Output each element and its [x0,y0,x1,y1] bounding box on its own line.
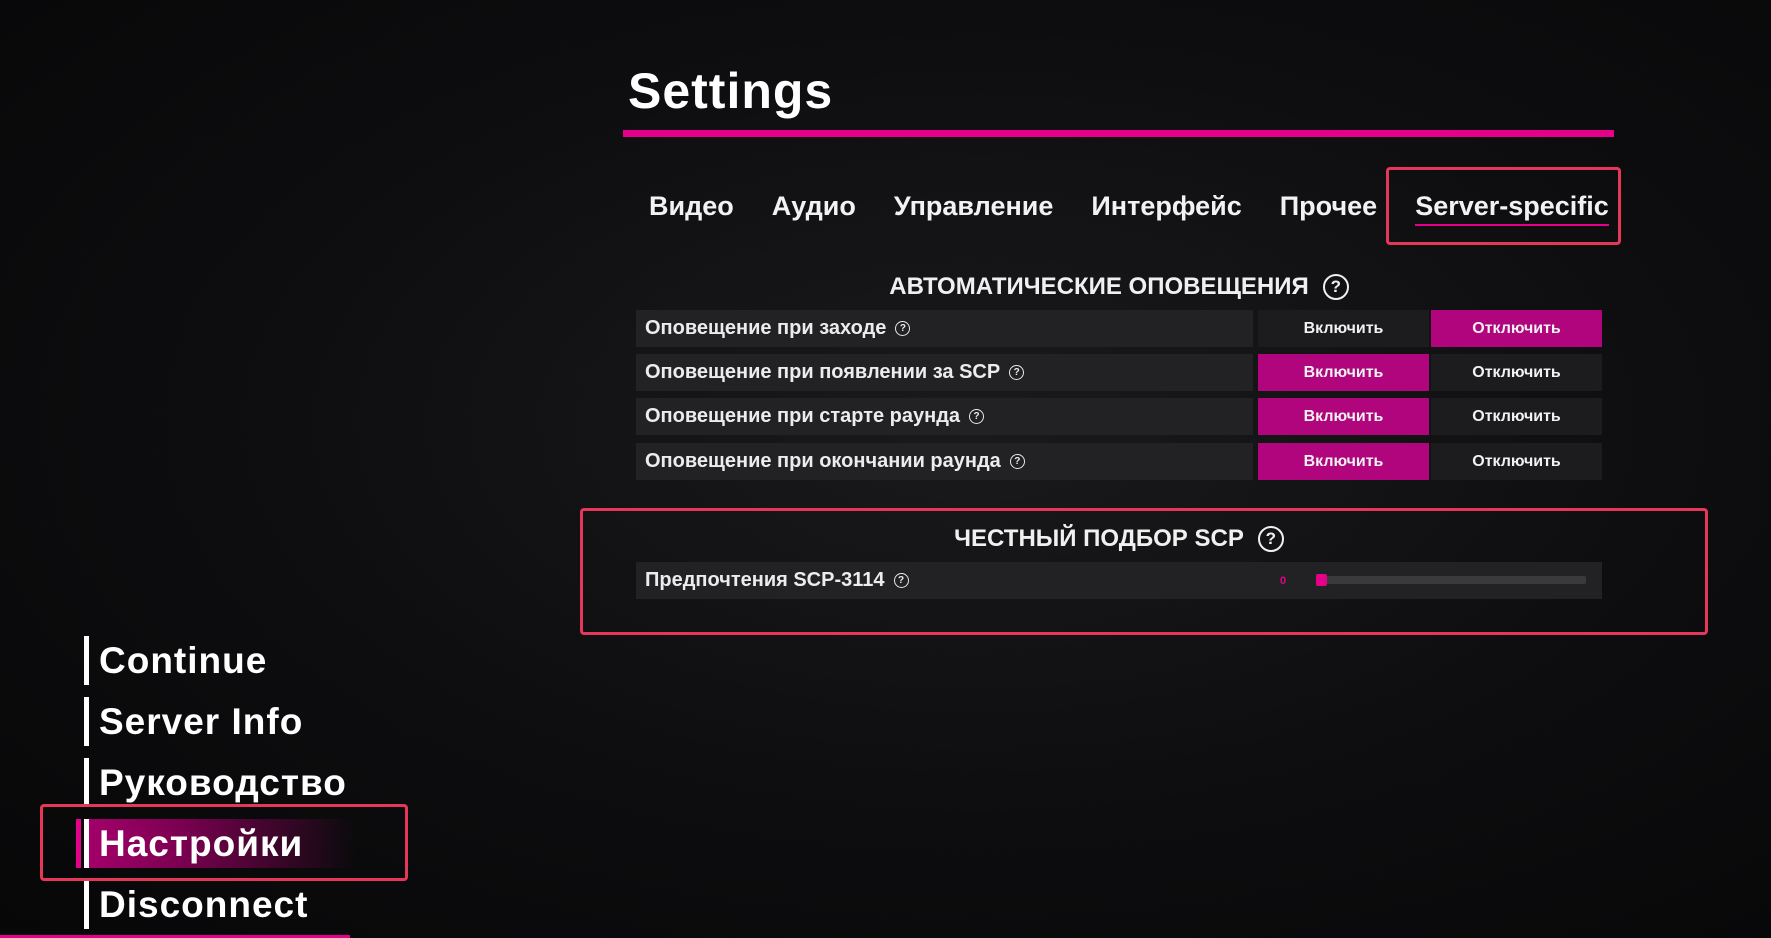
disable-button[interactable]: Отключить [1431,310,1602,347]
section-title-text: ЧЕСТНЫЙ ПОДБОР SCP [954,525,1244,552]
tab-interface[interactable]: Интерфейс [1072,170,1260,242]
disable-button[interactable]: Отключить [1431,398,1602,435]
help-circle-icon[interactable]: ? [969,409,985,424]
slider-handle[interactable] [1316,574,1327,586]
setting-label-text: Оповещение при старте раунда [645,405,961,427]
help-circle-icon[interactable]: ? [895,321,911,336]
settings-tabs: Видео Аудио Управление Интерфейс Прочее … [630,170,1628,242]
setting-label: Предпочтения SCP-3114 ? [645,569,1275,592]
disable-button[interactable]: Отключить [1431,443,1602,480]
disable-button[interactable]: Отключить [1431,354,1602,391]
setting-label: Оповещение при старте раунда ? [636,398,1253,435]
tab-controls[interactable]: Управление [875,170,1073,242]
preference-slider[interactable] [1316,574,1586,586]
menu-item-disconnect[interactable]: Disconnect [84,880,354,929]
pause-menu: Continue Server Info Руководство Настрой… [76,636,354,938]
section-title-text: АВТОМАТИЧЕСКИЕ ОПОВЕЩЕНИЯ [889,273,1309,300]
setting-row-round-end-notification: Оповещение при окончании раунда ? Включи… [636,443,1602,480]
menu-item-guide[interactable]: Руководство [84,758,354,807]
help-circle-icon[interactable]: ? [1009,454,1025,469]
help-circle-icon[interactable]: ? [893,573,909,588]
title-underline [623,130,1614,137]
help-circle-icon[interactable]: ? [1009,365,1025,380]
section-title-auto-notifications: АВТОМАТИЧЕСКИЕ ОПОВЕЩЕНИЯ ? [636,273,1602,301]
setting-label: Оповещение при появлении за SCP ? [636,354,1253,391]
page-title: Settings [628,63,834,119]
setting-label-text: Оповещение при окончании раунда [645,450,1001,472]
setting-label-text: Предпочтения SCP-3114 [645,569,885,591]
tab-other[interactable]: Прочее [1261,170,1396,242]
help-circle-icon[interactable]: ? [1322,274,1349,300]
setting-row-join-notification: Оповещение при заходе ? Включить Отключи… [636,310,1602,347]
setting-label: Оповещение при заходе ? [636,310,1253,347]
section-title-fair-scp: ЧЕСТНЫЙ ПОДБОР SCP ? [636,525,1602,553]
menu-item-settings[interactable]: Настройки [76,819,354,868]
setting-row-scp-spawn-notification: Оповещение при появлении за SCP ? Включи… [636,354,1602,391]
setting-row-round-start-notification: Оповещение при старте раунда ? Включить … [636,398,1602,435]
enable-button[interactable]: Включить [1258,354,1429,391]
help-circle-icon[interactable]: ? [1257,526,1284,552]
enable-button[interactable]: Включить [1258,443,1429,480]
enable-button[interactable]: Включить [1258,398,1429,435]
setting-label: Оповещение при окончании раунда ? [636,443,1253,480]
tab-video[interactable]: Видео [630,170,753,242]
setting-label-text: Оповещение при появлении за SCP [645,361,1001,383]
tab-server-specific[interactable]: Server-specific [1396,170,1628,242]
menu-item-continue[interactable]: Continue [84,636,354,685]
setting-row-scp3114-preference: Предпочтения SCP-3114 ? 0 [636,562,1602,599]
setting-label-text: Оповещение при заходе [645,317,887,339]
slider-value: 0 [1280,574,1287,587]
enable-button[interactable]: Включить [1258,310,1429,347]
tab-audio[interactable]: Аудио [753,170,875,242]
menu-item-server-info[interactable]: Server Info [84,697,354,746]
